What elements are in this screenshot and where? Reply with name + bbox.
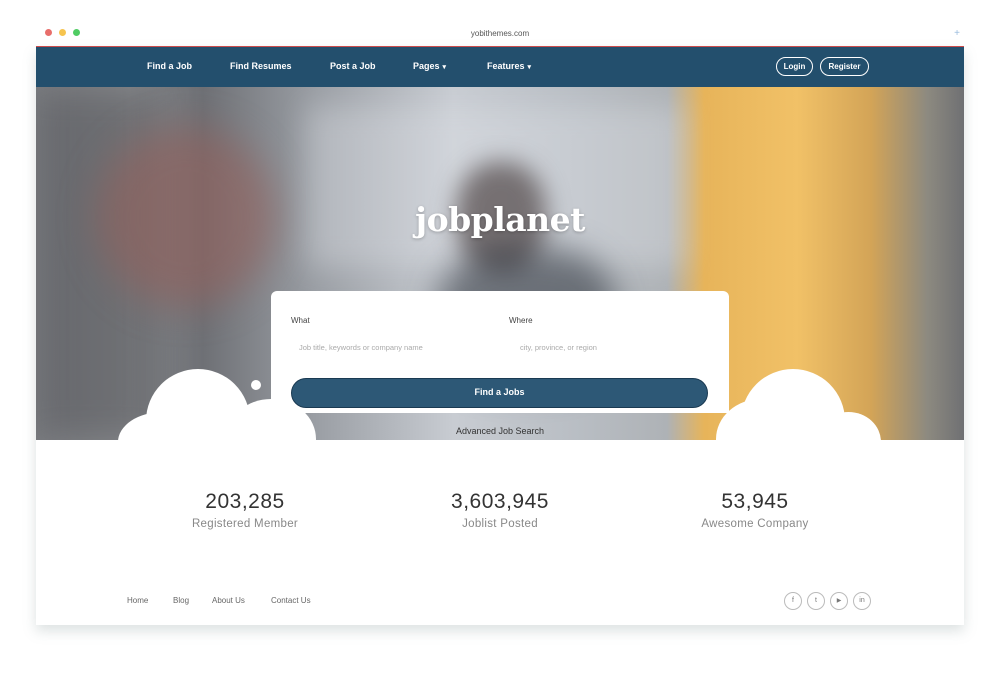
linkedin-icon[interactable]: in	[853, 592, 871, 610]
stat-value: 3,603,945	[451, 490, 549, 513]
nav-find-a-job[interactable]: Find a Job	[147, 61, 192, 71]
register-button[interactable]: Register	[820, 57, 869, 76]
find-jobs-button[interactable]: Find a Jobs	[291, 378, 708, 408]
nav-label: Post a Job	[330, 61, 376, 71]
site-logo[interactable]: jobplanet	[36, 200, 964, 239]
advanced-search-link[interactable]: Advanced Job Search	[0, 426, 1000, 436]
caret-down-icon: ▾	[527, 64, 532, 71]
what-label: What	[291, 316, 310, 325]
stat-value: 53,945	[721, 490, 789, 513]
footer-link-about-us[interactable]: About Us	[212, 596, 245, 605]
nav-find-resumes[interactable]: Find Resumes	[230, 61, 292, 71]
stat-registered-members: 203,285 Registered Member	[125, 490, 365, 530]
stat-label: Registered Member	[191, 518, 299, 530]
stat-joblist-posted: 3,603,945 Joblist Posted	[380, 490, 620, 530]
new-tab-icon[interactable]: +	[954, 29, 960, 39]
facebook-icon[interactable]: f	[784, 592, 802, 610]
footer-link-blog[interactable]: Blog	[173, 596, 189, 605]
nav-label: Find Resumes	[230, 61, 292, 71]
what-input[interactable]	[291, 339, 507, 355]
nav-label: Pages	[413, 61, 440, 71]
caret-down-icon: ▾	[442, 64, 447, 71]
stat-label: Awesome Company	[701, 518, 809, 530]
stat-awesome-company: 53,945 Awesome Company	[635, 490, 875, 530]
top-navbar: Find a Job Find Resumes Post a Job Pages…	[36, 47, 964, 87]
stat-label: Joblist Posted	[462, 518, 538, 530]
nav-features-dropdown[interactable]: Features ▾	[487, 61, 531, 71]
address-bar-url[interactable]: yobithemes.com	[36, 29, 964, 38]
login-button[interactable]: Login	[776, 57, 813, 76]
browser-titlebar: yobithemes.com +	[36, 20, 964, 46]
footer-link-home[interactable]: Home	[127, 596, 148, 605]
nav-post-a-job[interactable]: Post a Job	[330, 61, 376, 71]
nav-label: Features	[487, 61, 525, 71]
footer-link-contact-us[interactable]: Contact Us	[271, 596, 311, 605]
job-search-form: What Where Find a Jobs	[271, 291, 729, 413]
nav-label: Find a Job	[147, 61, 192, 71]
where-input[interactable]	[512, 339, 728, 355]
youtube-icon[interactable]: ▶	[830, 592, 848, 610]
stat-value: 203,285	[205, 490, 285, 513]
nav-pages-dropdown[interactable]: Pages ▾	[413, 61, 446, 71]
where-label: Where	[509, 316, 533, 325]
twitter-icon[interactable]: t	[807, 592, 825, 610]
